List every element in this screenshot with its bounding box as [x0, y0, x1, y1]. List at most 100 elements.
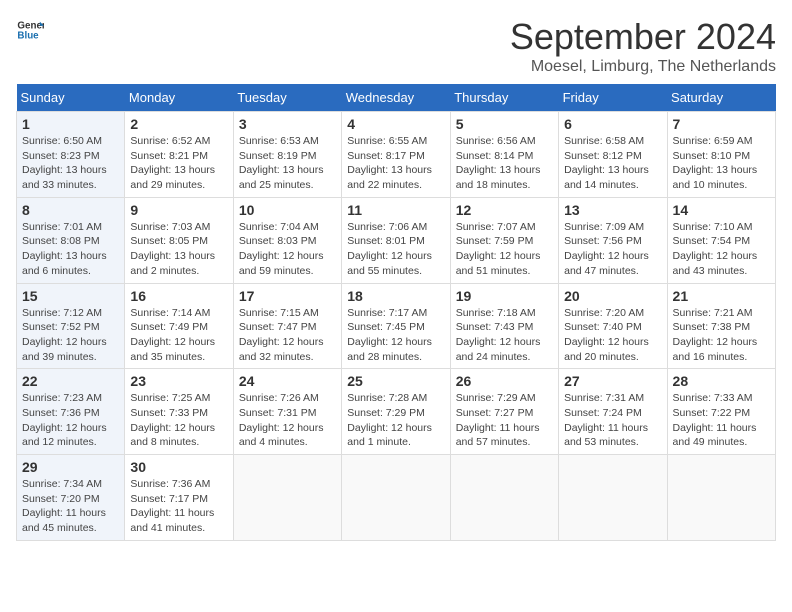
- day-info: Sunrise: 7:15 AM Sunset: 7:47 PM Dayligh…: [239, 306, 336, 365]
- day-info: Sunrise: 7:06 AM Sunset: 8:01 PM Dayligh…: [347, 220, 444, 279]
- calendar-cell: 9 Sunrise: 7:03 AM Sunset: 8:05 PM Dayli…: [125, 197, 233, 283]
- calendar-cell: [342, 455, 450, 541]
- calendar-row: 15 Sunrise: 7:12 AM Sunset: 7:52 PM Dayl…: [17, 283, 776, 369]
- day-info: Sunrise: 7:23 AM Sunset: 7:36 PM Dayligh…: [22, 391, 119, 450]
- calendar-cell: [450, 455, 558, 541]
- calendar-cell: 20 Sunrise: 7:20 AM Sunset: 7:40 PM Dayl…: [559, 283, 667, 369]
- logo: General Blue: [16, 16, 44, 44]
- calendar-cell: 4 Sunrise: 6:55 AM Sunset: 8:17 PM Dayli…: [342, 112, 450, 198]
- month-title: September 2024: [510, 16, 776, 58]
- day-info: Sunrise: 6:50 AM Sunset: 8:23 PM Dayligh…: [22, 134, 119, 193]
- day-info: Sunrise: 7:12 AM Sunset: 7:52 PM Dayligh…: [22, 306, 119, 365]
- calendar-cell: 27 Sunrise: 7:31 AM Sunset: 7:24 PM Dayl…: [559, 369, 667, 455]
- calendar-cell: 1 Sunrise: 6:50 AM Sunset: 8:23 PM Dayli…: [17, 112, 125, 198]
- day-info: Sunrise: 6:58 AM Sunset: 8:12 PM Dayligh…: [564, 134, 661, 193]
- day-number: 15: [22, 288, 119, 304]
- calendar-cell: 2 Sunrise: 6:52 AM Sunset: 8:21 PM Dayli…: [125, 112, 233, 198]
- calendar-cell: 29 Sunrise: 7:34 AM Sunset: 7:20 PM Dayl…: [17, 455, 125, 541]
- day-number: 2: [130, 116, 227, 132]
- day-info: Sunrise: 6:53 AM Sunset: 8:19 PM Dayligh…: [239, 134, 336, 193]
- calendar-cell: 22 Sunrise: 7:23 AM Sunset: 7:36 PM Dayl…: [17, 369, 125, 455]
- calendar-cell: 23 Sunrise: 7:25 AM Sunset: 7:33 PM Dayl…: [125, 369, 233, 455]
- day-number: 10: [239, 202, 336, 218]
- page-header: General Blue September 2024 Moesel, Limb…: [16, 16, 776, 76]
- calendar-cell: 14 Sunrise: 7:10 AM Sunset: 7:54 PM Dayl…: [667, 197, 775, 283]
- calendar-cell: 5 Sunrise: 6:56 AM Sunset: 8:14 PM Dayli…: [450, 112, 558, 198]
- calendar-cell: 16 Sunrise: 7:14 AM Sunset: 7:49 PM Dayl…: [125, 283, 233, 369]
- day-info: Sunrise: 7:29 AM Sunset: 7:27 PM Dayligh…: [456, 391, 553, 450]
- day-number: 29: [22, 459, 119, 475]
- day-info: Sunrise: 7:04 AM Sunset: 8:03 PM Dayligh…: [239, 220, 336, 279]
- day-number: 14: [673, 202, 770, 218]
- day-number: 28: [673, 373, 770, 389]
- day-info: Sunrise: 7:09 AM Sunset: 7:56 PM Dayligh…: [564, 220, 661, 279]
- calendar-cell: [559, 455, 667, 541]
- calendar-cell: 26 Sunrise: 7:29 AM Sunset: 7:27 PM Dayl…: [450, 369, 558, 455]
- day-number: 17: [239, 288, 336, 304]
- calendar-cell: 11 Sunrise: 7:06 AM Sunset: 8:01 PM Dayl…: [342, 197, 450, 283]
- title-section: September 2024 Moesel, Limburg, The Neth…: [510, 16, 776, 76]
- day-info: Sunrise: 7:25 AM Sunset: 7:33 PM Dayligh…: [130, 391, 227, 450]
- day-info: Sunrise: 6:55 AM Sunset: 8:17 PM Dayligh…: [347, 134, 444, 193]
- day-number: 12: [456, 202, 553, 218]
- calendar-row: 29 Sunrise: 7:34 AM Sunset: 7:20 PM Dayl…: [17, 455, 776, 541]
- day-info: Sunrise: 7:20 AM Sunset: 7:40 PM Dayligh…: [564, 306, 661, 365]
- day-info: Sunrise: 7:36 AM Sunset: 7:17 PM Dayligh…: [130, 477, 227, 536]
- calendar-row: 8 Sunrise: 7:01 AM Sunset: 8:08 PM Dayli…: [17, 197, 776, 283]
- day-number: 1: [22, 116, 119, 132]
- day-number: 7: [673, 116, 770, 132]
- day-number: 22: [22, 373, 119, 389]
- calendar-cell: 18 Sunrise: 7:17 AM Sunset: 7:45 PM Dayl…: [342, 283, 450, 369]
- calendar-cell: 17 Sunrise: 7:15 AM Sunset: 7:47 PM Dayl…: [233, 283, 341, 369]
- day-info: Sunrise: 7:14 AM Sunset: 7:49 PM Dayligh…: [130, 306, 227, 365]
- day-number: 23: [130, 373, 227, 389]
- day-number: 21: [673, 288, 770, 304]
- day-info: Sunrise: 7:31 AM Sunset: 7:24 PM Dayligh…: [564, 391, 661, 450]
- header-sunday: Sunday: [17, 84, 125, 112]
- header-wednesday: Wednesday: [342, 84, 450, 112]
- calendar-cell: 24 Sunrise: 7:26 AM Sunset: 7:31 PM Dayl…: [233, 369, 341, 455]
- day-info: Sunrise: 7:10 AM Sunset: 7:54 PM Dayligh…: [673, 220, 770, 279]
- day-info: Sunrise: 7:21 AM Sunset: 7:38 PM Dayligh…: [673, 306, 770, 365]
- location-title: Moesel, Limburg, The Netherlands: [510, 58, 776, 76]
- day-info: Sunrise: 7:33 AM Sunset: 7:22 PM Dayligh…: [673, 391, 770, 450]
- calendar-cell: 12 Sunrise: 7:07 AM Sunset: 7:59 PM Dayl…: [450, 197, 558, 283]
- day-info: Sunrise: 7:18 AM Sunset: 7:43 PM Dayligh…: [456, 306, 553, 365]
- calendar-cell: [233, 455, 341, 541]
- calendar-cell: [667, 455, 775, 541]
- day-info: Sunrise: 7:03 AM Sunset: 8:05 PM Dayligh…: [130, 220, 227, 279]
- calendar-cell: 3 Sunrise: 6:53 AM Sunset: 8:19 PM Dayli…: [233, 112, 341, 198]
- day-number: 13: [564, 202, 661, 218]
- day-number: 24: [239, 373, 336, 389]
- calendar-cell: 7 Sunrise: 6:59 AM Sunset: 8:10 PM Dayli…: [667, 112, 775, 198]
- day-number: 3: [239, 116, 336, 132]
- day-info: Sunrise: 6:59 AM Sunset: 8:10 PM Dayligh…: [673, 134, 770, 193]
- header-row: Sunday Monday Tuesday Wednesday Thursday…: [17, 84, 776, 112]
- day-info: Sunrise: 7:17 AM Sunset: 7:45 PM Dayligh…: [347, 306, 444, 365]
- calendar-cell: 21 Sunrise: 7:21 AM Sunset: 7:38 PM Dayl…: [667, 283, 775, 369]
- day-number: 4: [347, 116, 444, 132]
- day-info: Sunrise: 7:28 AM Sunset: 7:29 PM Dayligh…: [347, 391, 444, 450]
- header-monday: Monday: [125, 84, 233, 112]
- header-tuesday: Tuesday: [233, 84, 341, 112]
- calendar-cell: 19 Sunrise: 7:18 AM Sunset: 7:43 PM Dayl…: [450, 283, 558, 369]
- logo-icon: General Blue: [16, 16, 44, 44]
- calendar-row: 1 Sunrise: 6:50 AM Sunset: 8:23 PM Dayli…: [17, 112, 776, 198]
- day-info: Sunrise: 6:52 AM Sunset: 8:21 PM Dayligh…: [130, 134, 227, 193]
- day-number: 9: [130, 202, 227, 218]
- day-info: Sunrise: 7:26 AM Sunset: 7:31 PM Dayligh…: [239, 391, 336, 450]
- day-number: 16: [130, 288, 227, 304]
- header-saturday: Saturday: [667, 84, 775, 112]
- day-number: 27: [564, 373, 661, 389]
- calendar-row: 22 Sunrise: 7:23 AM Sunset: 7:36 PM Dayl…: [17, 369, 776, 455]
- day-number: 11: [347, 202, 444, 218]
- svg-text:Blue: Blue: [17, 30, 39, 41]
- calendar-cell: 13 Sunrise: 7:09 AM Sunset: 7:56 PM Dayl…: [559, 197, 667, 283]
- calendar-cell: 30 Sunrise: 7:36 AM Sunset: 7:17 PM Dayl…: [125, 455, 233, 541]
- day-number: 18: [347, 288, 444, 304]
- header-thursday: Thursday: [450, 84, 558, 112]
- day-info: Sunrise: 6:56 AM Sunset: 8:14 PM Dayligh…: [456, 134, 553, 193]
- calendar-cell: 10 Sunrise: 7:04 AM Sunset: 8:03 PM Dayl…: [233, 197, 341, 283]
- calendar-cell: 15 Sunrise: 7:12 AM Sunset: 7:52 PM Dayl…: [17, 283, 125, 369]
- calendar-cell: 28 Sunrise: 7:33 AM Sunset: 7:22 PM Dayl…: [667, 369, 775, 455]
